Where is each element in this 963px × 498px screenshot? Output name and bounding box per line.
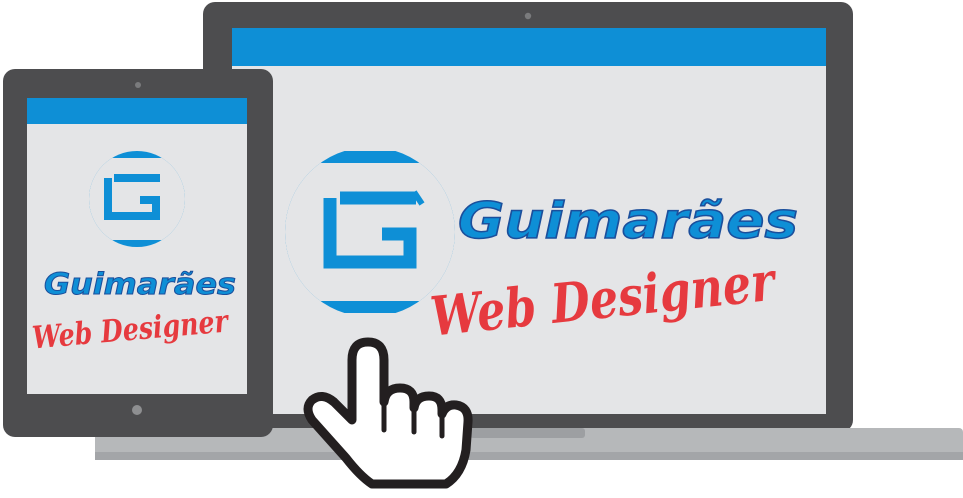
laptop-brand-name: Guimarães <box>458 192 798 250</box>
devices-illustration: Guimarães Web Designer Guimarães Web Des… <box>3 2 963 489</box>
tablet-brand-name: Guimarães <box>44 267 236 301</box>
tablet <box>3 69 273 437</box>
laptop-camera <box>524 12 532 20</box>
laptop-trackpad-notch <box>470 428 585 438</box>
tablet-screen-header-bar <box>27 98 247 124</box>
tablet-camera <box>135 82 141 88</box>
laptop-base-shadow <box>95 452 963 460</box>
tablet-home-button <box>132 405 142 415</box>
laptop-screen-header-bar <box>232 28 826 66</box>
